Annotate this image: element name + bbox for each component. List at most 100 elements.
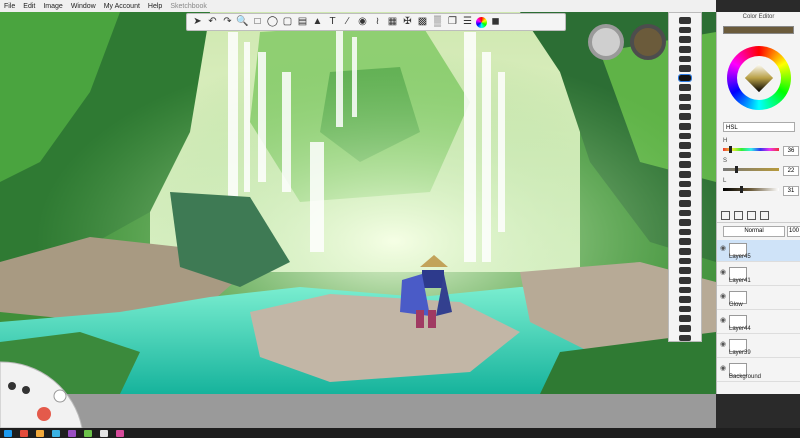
layer-visibility-icon[interactable]: ◉	[720, 340, 726, 348]
primary-color-swatch[interactable]	[588, 24, 624, 60]
layers-icon[interactable]: ☰	[461, 16, 474, 29]
copic-icon[interactable]: ◼	[489, 16, 502, 29]
brush-preset-icon[interactable]	[679, 65, 691, 72]
brush-preset-icon[interactable]	[679, 305, 691, 313]
lasso-icon[interactable]: ◯	[266, 16, 279, 29]
brush-preset-icon[interactable]	[679, 26, 691, 34]
s-slider[interactable]	[723, 166, 779, 173]
start-icon[interactable]	[4, 429, 12, 437]
taskbar-app-icon[interactable]	[68, 429, 76, 437]
blend-mode-select[interactable]: Normal	[723, 226, 785, 237]
s-value-input[interactable]: 22	[783, 166, 799, 176]
taskbar-app-icon[interactable]	[20, 429, 28, 437]
brush-preset-icon[interactable]	[679, 238, 691, 245]
brush-preset-icon[interactable]	[679, 84, 691, 91]
h-slider-knob[interactable]	[729, 146, 732, 153]
menu-file[interactable]: File	[0, 3, 19, 10]
brush-preset-icon[interactable]	[679, 267, 691, 274]
layer-row[interactable]: ◉ Layer45	[717, 240, 800, 262]
brush-preset-icon[interactable]	[679, 122, 691, 130]
layer-menu-icon[interactable]	[760, 210, 769, 220]
brush-preset-icon[interactable]	[679, 132, 691, 140]
layer-visibility-icon[interactable]: ◉	[720, 316, 726, 324]
color-mode-select[interactable]: HSL	[723, 122, 795, 132]
brush-preset-icon[interactable]	[679, 315, 691, 322]
layer-visibility-icon[interactable]: ◉	[720, 292, 726, 300]
layer-visibility-icon[interactable]: ◉	[720, 268, 726, 276]
brush-preset-icon[interactable]	[679, 151, 691, 159]
brush-preset-icon[interactable]	[679, 113, 691, 120]
painting-canvas[interactable]	[0, 12, 716, 394]
brush-preset-icon[interactable]	[679, 219, 691, 226]
brush-preset-icon[interactable]	[679, 36, 691, 43]
brush-preset-icon[interactable]	[679, 190, 691, 197]
taskbar-app-icon[interactable]	[52, 429, 60, 437]
select-icon[interactable]: □	[251, 16, 264, 29]
brush-preset-icon[interactable]	[679, 161, 691, 168]
brush-preset-icon[interactable]	[679, 276, 691, 284]
layer-row[interactable]: ◉ Glow	[717, 288, 800, 310]
gradient-icon[interactable]: ▒	[431, 16, 444, 29]
distort-icon[interactable]: ▲	[311, 16, 324, 29]
taskbar-app-icon[interactable]	[36, 429, 44, 437]
fill-icon[interactable]: ▩	[416, 16, 429, 29]
secondary-color-swatch[interactable]	[630, 24, 666, 60]
layer-visibility-icon[interactable]: ◉	[720, 244, 726, 252]
lagoon-radial-menu[interactable]	[0, 356, 94, 428]
brush-preset-icon[interactable]	[679, 55, 691, 63]
taskbar-app-icon[interactable]	[116, 429, 124, 437]
crop-icon[interactable]: ▢	[281, 16, 294, 29]
ellipse-icon[interactable]: ◉	[356, 16, 369, 29]
brush-preset-icon[interactable]	[679, 199, 691, 207]
undo-icon[interactable]: ↶	[206, 16, 219, 29]
brush-preset-icon[interactable]	[679, 228, 691, 236]
brush-preset-icon[interactable]	[679, 17, 691, 24]
h-slider[interactable]	[723, 146, 779, 153]
l-value-input[interactable]: 31	[783, 186, 799, 196]
layer-row[interactable]: ◉ Layer41	[717, 264, 800, 286]
copy-icon[interactable]: ❐	[446, 16, 459, 29]
menu-image[interactable]: Image	[39, 3, 66, 10]
brush-preset-icon[interactable]	[679, 103, 691, 111]
redo-icon[interactable]: ↷	[221, 16, 234, 29]
brush-preset-icon[interactable]	[679, 296, 691, 303]
transform-icon[interactable]: ▤	[296, 16, 309, 29]
text-icon[interactable]: T	[326, 16, 339, 29]
brush-preset-icon[interactable]	[679, 325, 691, 332]
brush-preset-icon[interactable]	[679, 171, 691, 178]
ruler-icon[interactable]: ∕	[341, 16, 354, 29]
brush-preset-icon[interactable]	[679, 257, 691, 265]
brush-preset-icon[interactable]	[679, 209, 691, 217]
french-curve-icon[interactable]: ≀	[371, 16, 384, 29]
layer-opacity-input[interactable]: 100	[787, 226, 800, 237]
brush-preset-icon[interactable]	[679, 94, 691, 101]
add-group-icon[interactable]	[734, 210, 743, 220]
symmetry-icon[interactable]: ✠	[401, 16, 414, 29]
color-wheel[interactable]	[727, 46, 791, 110]
brush-preset-icon[interactable]	[679, 142, 691, 149]
menu-my-account[interactable]: My Account	[100, 3, 144, 10]
layer-row[interactable]: ◉ Background	[717, 360, 800, 382]
taskbar-app-icon[interactable]	[100, 429, 108, 437]
layer-row[interactable]: ◉ Layer39	[717, 336, 800, 358]
l-slider[interactable]	[723, 186, 779, 193]
menu-window[interactable]: Window	[67, 3, 100, 10]
menu-edit[interactable]: Edit	[19, 3, 39, 10]
brush-icon[interactable]: ➤	[191, 16, 204, 29]
brush-preset-icon[interactable]	[679, 286, 691, 294]
layer-visibility-icon[interactable]: ◉	[720, 364, 726, 372]
brush-preset-icon[interactable]	[679, 248, 691, 255]
l-slider-knob[interactable]	[740, 186, 743, 193]
brush-preset-icon[interactable]	[679, 334, 691, 342]
brush-preset-icon[interactable]	[679, 45, 691, 53]
perspective-icon[interactable]: ▦	[386, 16, 399, 29]
zoom-icon[interactable]: 🔍	[236, 16, 249, 29]
menu-help[interactable]: Help	[144, 3, 166, 10]
h-value-input[interactable]: 36	[783, 146, 799, 156]
brush-preset-icon[interactable]	[679, 180, 691, 188]
s-slider-knob[interactable]	[735, 166, 738, 173]
import-layer-icon[interactable]	[747, 210, 756, 220]
add-layer-icon[interactable]	[721, 210, 730, 220]
taskbar-app-icon[interactable]	[84, 429, 92, 437]
color-wheel-icon[interactable]	[476, 16, 487, 28]
